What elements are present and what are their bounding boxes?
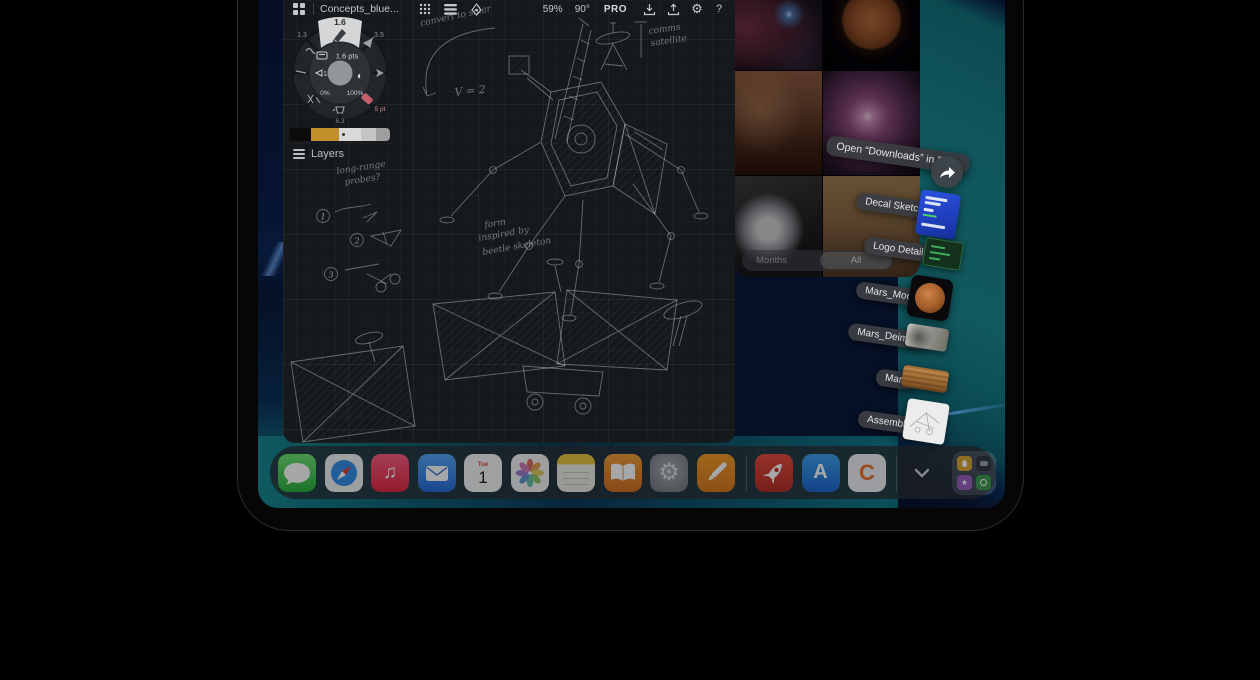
tips-mini-icon [957,456,972,471]
dock-divider [746,455,747,491]
layers-menu-icon[interactable] [443,4,459,15]
gear-icon: ⚙ [658,461,680,485]
settings-app-icon[interactable]: ⚙ [650,454,688,492]
music-note-icon: ♫ [383,462,397,484]
swatch-gold[interactable] [311,128,339,141]
photos-app-icon[interactable] [511,454,549,492]
marker-2: 2 [354,237,360,246]
calendar-app-icon[interactable]: Tue 1 [464,454,502,492]
photo-mars-globe[interactable] [823,0,920,70]
dock-divider [896,455,897,491]
eraser-size: 5 pt [375,106,386,113]
marker-3: 3 [329,271,334,280]
swatch-light-gray[interactable] [339,128,361,141]
rotation-angle[interactable]: 90° [575,4,590,15]
stage: 1 2 3 convert to solar comms satellite V… [0,0,1260,680]
chevron-down-icon [914,468,930,478]
dot-grid-icon[interactable] [417,3,433,15]
selected-size-label: 1.6 [334,17,346,27]
flower-icon [511,454,549,492]
opacity-max-label: 100% [347,90,364,97]
marker-1: 1 [321,213,326,222]
notes-app-icon[interactable] [557,454,595,492]
photo-voyager-probe[interactable] [735,176,822,277]
export-icon[interactable] [665,3,681,16]
photo-mars-landscape[interactable] [735,71,822,175]
stroke-size-label: 1.6 pts [336,52,359,61]
envelope-icon [418,454,456,492]
open-book-icon [604,454,642,492]
swatch-gray[interactable] [361,128,376,141]
opacity-icon: ◐ [357,71,363,82]
concepts-app-dock-icon[interactable] [697,454,735,492]
c-swirl-app-icon[interactable]: C [848,454,886,492]
concepts-app-window: 1 2 3 convert to solar comms satellite V… [283,0,735,443]
speech-bubble-icon [278,454,316,492]
clock-mini-icon [976,475,991,490]
annotation-v2: V = 2 [454,83,486,99]
help-icon[interactable]: ? [713,3,725,15]
pen-nib-icon[interactable] [469,3,485,16]
photo-orion-nebula[interactable] [823,71,920,175]
tool-wheel[interactable]: 1.6 1.3 3.5 5 pt 6.3 1.6 pts [283,14,399,132]
music-app-icon[interactable]: ♫ [371,454,409,492]
ipad-screen: 1 2 3 convert to solar comms satellite V… [258,0,1005,508]
messages-app-icon[interactable] [278,454,316,492]
import-icon[interactable] [641,3,657,16]
soft-pen-size: 1.3 [297,32,307,39]
annotation-satellite: satellite [650,34,688,49]
opacity-min-label: 0% [320,90,330,97]
settings-gear-icon[interactable]: ⚙ [689,1,705,17]
brush-size: 3.5 [374,32,384,39]
rocket-app-icon[interactable] [755,454,793,492]
star-mini-icon: ★ [957,475,972,490]
fill-size: 6.3 [335,118,344,125]
zoom-level[interactable]: 59% [543,4,563,15]
books-app-icon[interactable] [604,454,642,492]
wheel-center-button[interactable] [328,61,353,86]
safari-app-icon[interactable] [325,454,363,492]
photo-horsehead-nebula[interactable] [735,0,822,70]
app-library-icon[interactable]: ★ [952,451,996,495]
color-swatch-bar[interactable] [289,128,390,141]
calendar-day: 1 [478,469,487,487]
photo-mars-desert[interactable] [823,176,920,277]
photos-grid [735,0,920,277]
app-store-letter: A [813,461,827,484]
layers-button[interactable]: Layers [293,148,344,160]
pen-icon [697,454,735,492]
dock: ♫ Tue 1 [270,446,996,499]
c-letter: C [859,460,875,486]
chevron-down-button[interactable] [910,454,934,492]
swatch-black[interactable] [289,128,311,141]
notes-line [563,484,589,486]
compass-icon [325,454,363,492]
camera-mini-icon [976,456,991,471]
tab-months[interactable]: Months [742,255,801,266]
layers-icon [293,149,305,159]
swatch-selected-dot [342,133,345,136]
rocket-icon [755,454,793,492]
app-store-app-icon[interactable]: A [802,454,840,492]
tab-all[interactable]: All [820,252,892,269]
photos-panel: Months All [735,0,920,277]
mail-app-icon[interactable] [418,454,456,492]
notes-line [563,478,589,480]
pro-button[interactable]: PRO [604,4,627,15]
photos-zoom-tabs: Months All [742,250,894,271]
notes-line [563,472,589,474]
layers-label: Layers [311,148,344,160]
swatch-dark-gray[interactable] [376,128,390,141]
